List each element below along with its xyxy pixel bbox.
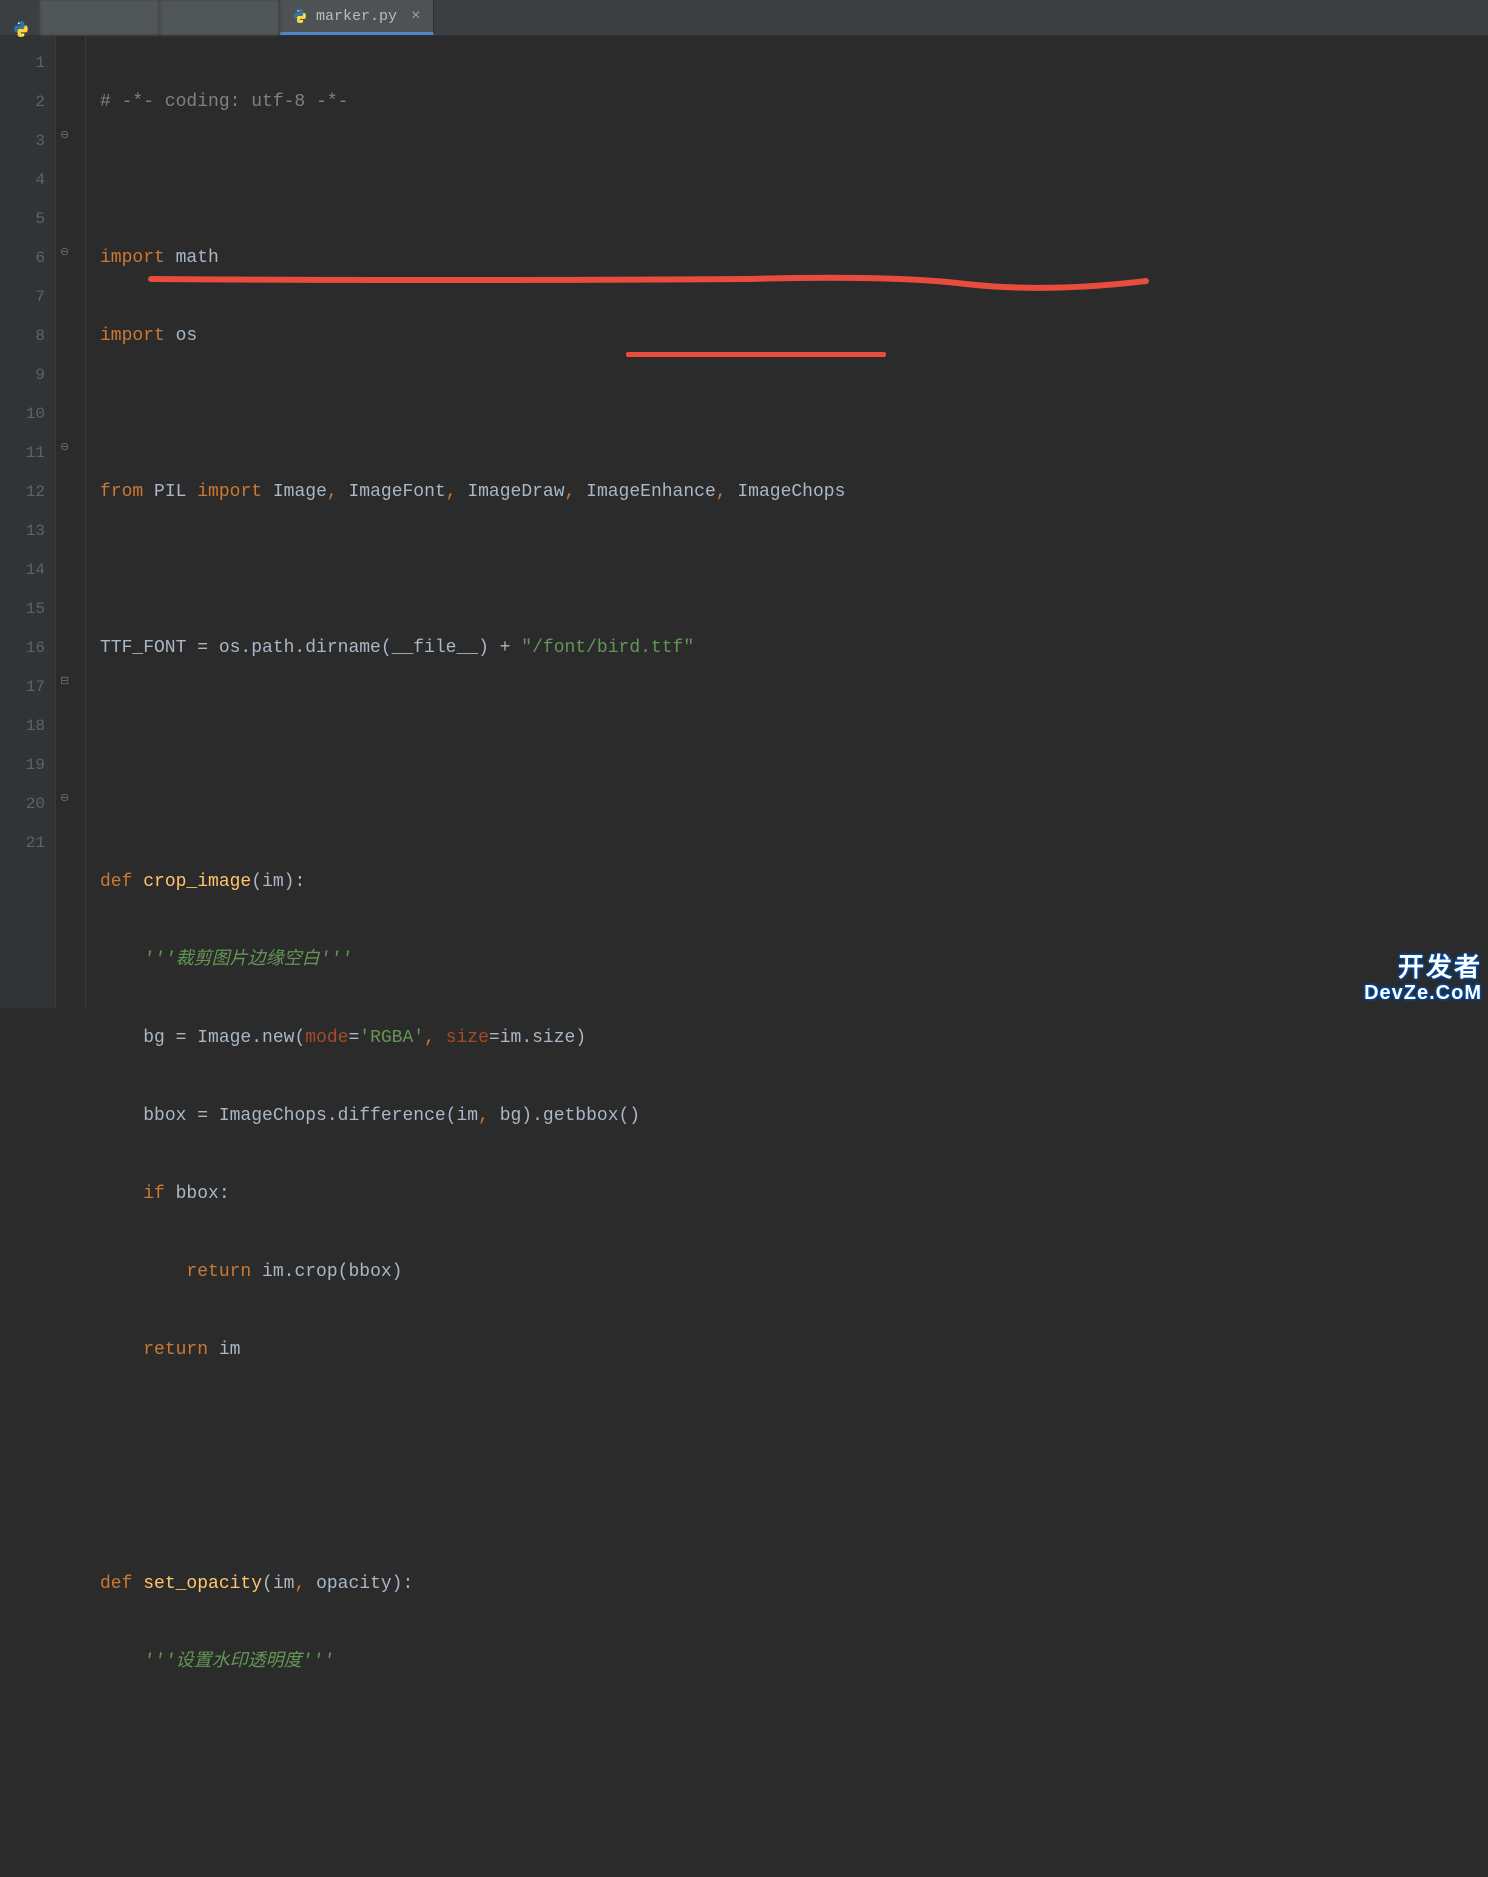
line-number: 18: [4, 707, 45, 746]
code-line: TTF_FONT = os.path.dirname(__file__) + "…: [100, 629, 1488, 668]
line-number: 14: [4, 551, 45, 590]
line-number: 1: [4, 44, 45, 83]
line-number: 16: [4, 629, 45, 668]
code-line: [100, 395, 1488, 434]
line-number: 8: [4, 317, 45, 356]
code-line: [100, 707, 1488, 746]
line-number: 21: [4, 824, 45, 863]
line-number: 4: [4, 161, 45, 200]
fold-icon[interactable]: ⊖: [60, 440, 72, 452]
editor: 1 2 3 4 5 6 7 8 9 10 11 12 13 14 15 16 1…: [0, 36, 1488, 1008]
fold-icon[interactable]: ⊖: [60, 128, 72, 140]
line-number: 9: [4, 356, 45, 395]
line-number: 3: [4, 122, 45, 161]
code-line: bbox = ImageChops.difference(im, bg).get…: [100, 1097, 1488, 1136]
tab-inactive-2[interactable]: [160, 0, 280, 35]
python-file-icon: [292, 8, 308, 24]
code-line: return im.crop(bbox): [100, 1253, 1488, 1292]
line-number: 10: [4, 395, 45, 434]
code-line: def set_opacity(im, opacity):: [100, 1565, 1488, 1604]
line-gutter: 1 2 3 4 5 6 7 8 9 10 11 12 13 14 15 16 1…: [0, 36, 56, 1008]
line-number: 7: [4, 278, 45, 317]
code-line: '''设置水印透明度''': [100, 1643, 1488, 1682]
tab-bar: marker.py ×: [0, 0, 1488, 36]
line-number: 17: [4, 668, 45, 707]
code-line: # -*- coding: utf-8 -*-: [100, 83, 1488, 122]
code-line: [100, 1409, 1488, 1448]
code-line: [100, 1487, 1488, 1526]
fold-icon[interactable]: ⊟: [60, 674, 72, 686]
line-number: 11: [4, 434, 45, 473]
code-line: [100, 551, 1488, 590]
code-line: [100, 161, 1488, 200]
fold-icon[interactable]: ⊖: [60, 245, 72, 257]
code-line: '''裁剪图片边缘空白''': [100, 941, 1488, 980]
python-icon: [12, 20, 30, 38]
tab-marker-py[interactable]: marker.py ×: [280, 0, 434, 35]
code-line: def crop_image(im):: [100, 863, 1488, 902]
line-number: 12: [4, 473, 45, 512]
tab-inactive-1[interactable]: [40, 0, 160, 35]
code-line: from PIL import Image, ImageFont, ImageD…: [100, 473, 1488, 512]
code-line: if bbox:: [100, 1175, 1488, 1214]
watermark-text-1: 开发者: [1364, 953, 1482, 982]
line-number: 20: [4, 785, 45, 824]
tab-label: marker.py: [316, 8, 397, 25]
line-number: 19: [4, 746, 45, 785]
line-number: 6: [4, 239, 45, 278]
fold-gutter: ⊖ ⊖ ⊖ ⊟ ⊖: [56, 36, 86, 1008]
line-number: 2: [4, 83, 45, 122]
line-number: 5: [4, 200, 45, 239]
code-line: [100, 785, 1488, 824]
line-number: 15: [4, 590, 45, 629]
code-line: return im: [100, 1331, 1488, 1370]
fold-icon[interactable]: ⊖: [60, 791, 72, 803]
line-number: 13: [4, 512, 45, 551]
code-line: bg = Image.new(mode='RGBA', size=im.size…: [100, 1019, 1488, 1058]
code-line: import os: [100, 317, 1488, 356]
code-line: import math: [100, 239, 1488, 278]
watermark-text-2: DevZe.CoM: [1364, 982, 1482, 1004]
code-area[interactable]: # -*- coding: utf-8 -*- import math impo…: [86, 36, 1488, 1008]
close-icon[interactable]: ×: [411, 7, 421, 25]
watermark: 开发者 DevZe.CoM: [1364, 953, 1482, 1004]
